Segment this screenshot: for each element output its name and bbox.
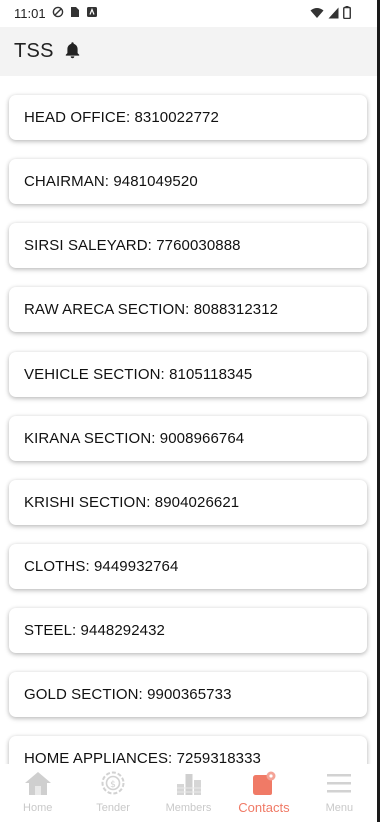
- nav-contacts[interactable]: Contacts: [226, 764, 301, 822]
- contact-card-vehicle-section[interactable]: VEHICLE SECTION: 8105118345: [9, 352, 367, 397]
- contact-card-cloths[interactable]: CLOTHS: 9449932764: [9, 544, 367, 589]
- nav-members[interactable]: Members: [151, 764, 226, 822]
- nav-tender-label: Tender: [96, 802, 130, 814]
- contact-label: KRISHI SECTION: 8904026621: [24, 494, 240, 511]
- nav-tender[interactable]: $ Tender: [75, 764, 150, 822]
- contact-card-krishi-section[interactable]: KRISHI SECTION: 8904026621: [9, 480, 367, 525]
- contact-card-home-appliances[interactable]: HOME APPLIANCES: 7259318333: [9, 736, 367, 764]
- app-title: TSS: [14, 40, 54, 62]
- contact-card-raw-areca-section[interactable]: RAW ARECA SECTION: 8088312312: [9, 287, 367, 332]
- members-icon: [174, 770, 204, 796]
- contact-label: CHAIRMAN: 9481049520: [24, 173, 198, 190]
- contact-label: RAW ARECA SECTION: 8088312312: [24, 301, 279, 318]
- menu-icon: [324, 770, 354, 796]
- do-not-disturb-icon: [52, 6, 64, 21]
- contacts-icon: [249, 770, 279, 796]
- home-icon: [23, 770, 53, 796]
- nav-menu[interactable]: Menu: [302, 764, 377, 822]
- battery-icon: [343, 6, 351, 22]
- contact-label: CLOTHS: 9449932764: [24, 558, 179, 575]
- contact-card-gold-section[interactable]: GOLD SECTION: 9900365733: [9, 672, 367, 717]
- nav-members-label: Members: [165, 802, 212, 814]
- contact-label: KIRANA SECTION: 9008966764: [24, 430, 245, 447]
- status-time: 11:01: [14, 6, 46, 21]
- nav-home-label: Home: [23, 802, 53, 814]
- contact-label: VEHICLE SECTION: 8105118345: [24, 366, 253, 383]
- contact-card-steel[interactable]: STEEL: 9448292432: [9, 608, 367, 653]
- nav-contacts-label: Contacts: [238, 800, 290, 815]
- signal-icon: [328, 7, 339, 22]
- contacts-list[interactable]: HEAD OFFICE: 8310022772 CHAIRMAN: 948104…: [0, 76, 377, 764]
- wifi-icon: [310, 7, 324, 22]
- contact-card-kirana-section[interactable]: KIRANA SECTION: 9008966764: [9, 416, 367, 461]
- contact-card-sirsi-saleyard[interactable]: SIRSI SALEYARD: 7760030888: [9, 223, 367, 268]
- contact-card-head-office[interactable]: HEAD OFFICE: 8310022772: [9, 95, 367, 140]
- app-bar: TSS: [0, 27, 377, 76]
- svg-text:$: $: [110, 780, 116, 790]
- tender-icon: $: [98, 770, 128, 796]
- contact-label: HOME APPLIANCES: 7259318333: [24, 750, 262, 764]
- contact-label: STEEL: 9448292432: [24, 622, 165, 639]
- sim-card-icon: [70, 6, 80, 21]
- contact-card-chairman[interactable]: CHAIRMAN: 9481049520: [9, 159, 367, 204]
- status-bar: 11:01: [0, 0, 377, 27]
- notification-bell-icon[interactable]: [64, 41, 81, 64]
- nav-menu-label: Menu: [325, 802, 354, 814]
- contact-label: GOLD SECTION: 9900365733: [24, 686, 232, 703]
- contact-label: SIRSI SALEYARD: 7760030888: [24, 237, 241, 254]
- bottom-navigation: Home $ Tender Members Contacts Menu: [0, 764, 377, 822]
- nav-home[interactable]: Home: [0, 764, 75, 822]
- app-notification-icon: [86, 6, 98, 21]
- contact-label: HEAD OFFICE: 8310022772: [24, 109, 219, 126]
